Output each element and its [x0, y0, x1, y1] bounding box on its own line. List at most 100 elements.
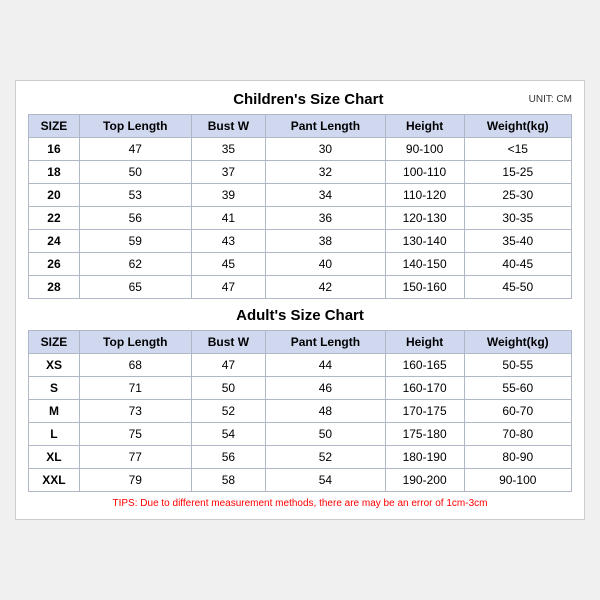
table-cell: 44: [266, 354, 386, 377]
table-cell: 50: [266, 423, 386, 446]
table-row: M735248170-17560-70: [29, 400, 572, 423]
table-cell: 53: [79, 184, 191, 207]
adults-chart-title: Adult's Size Chart: [28, 307, 572, 324]
table-cell: 48: [266, 400, 386, 423]
table-cell: 32: [266, 161, 386, 184]
table-row: S715046160-17055-60: [29, 377, 572, 400]
table-cell: 45: [191, 253, 266, 276]
table-row: 28654742150-16045-50: [29, 276, 572, 299]
size-chart-container: Children's Size Chart UNIT: CM SIZE Top …: [15, 80, 585, 520]
table-cell: XL: [29, 446, 80, 469]
table-cell: 110-120: [385, 184, 464, 207]
table-row: 24594338130-14035-40: [29, 230, 572, 253]
table-row: 18503732100-11015-25: [29, 161, 572, 184]
table-cell: 30-35: [464, 207, 571, 230]
col-bust-w-adult: Bust W: [191, 331, 266, 354]
table-cell: 40-45: [464, 253, 571, 276]
table-cell: 39: [191, 184, 266, 207]
col-weight-children: Weight(kg): [464, 115, 571, 138]
table-cell: 56: [79, 207, 191, 230]
table-row: 20533934110-12025-30: [29, 184, 572, 207]
unit-label: UNIT: CM: [529, 94, 572, 105]
table-cell: 120-130: [385, 207, 464, 230]
col-height-children: Height: [385, 115, 464, 138]
table-cell: 50: [79, 161, 191, 184]
table-cell: 34: [266, 184, 386, 207]
table-cell: 130-140: [385, 230, 464, 253]
table-cell: M: [29, 400, 80, 423]
col-bust-w-children: Bust W: [191, 115, 266, 138]
col-size-adult: SIZE: [29, 331, 80, 354]
table-cell: 68: [79, 354, 191, 377]
table-cell: L: [29, 423, 80, 446]
table-cell: 20: [29, 184, 80, 207]
table-cell: 175-180: [385, 423, 464, 446]
table-cell: 26: [29, 253, 80, 276]
table-cell: 90-100: [385, 138, 464, 161]
table-cell: 65: [79, 276, 191, 299]
table-cell: 58: [191, 469, 266, 492]
table-cell: 43: [191, 230, 266, 253]
col-size-children: SIZE: [29, 115, 80, 138]
table-cell: 30: [266, 138, 386, 161]
table-cell: 71: [79, 377, 191, 400]
table-cell: 52: [191, 400, 266, 423]
table-cell: 140-150: [385, 253, 464, 276]
table-cell: 70-80: [464, 423, 571, 446]
col-top-length-adult: Top Length: [79, 331, 191, 354]
table-cell: 35: [191, 138, 266, 161]
table-cell: 80-90: [464, 446, 571, 469]
table-row: XS684744160-16550-55: [29, 354, 572, 377]
table-cell: <15: [464, 138, 571, 161]
table-row: XL775652180-19080-90: [29, 446, 572, 469]
table-cell: 22: [29, 207, 80, 230]
table-cell: 35-40: [464, 230, 571, 253]
table-cell: 45-50: [464, 276, 571, 299]
table-cell: 16: [29, 138, 80, 161]
table-cell: 40: [266, 253, 386, 276]
table-cell: 79: [79, 469, 191, 492]
table-cell: 38: [266, 230, 386, 253]
table-cell: 73: [79, 400, 191, 423]
table-cell: 47: [79, 138, 191, 161]
col-weight-adult: Weight(kg): [464, 331, 571, 354]
table-cell: 56: [191, 446, 266, 469]
col-pant-length-children: Pant Length: [266, 115, 386, 138]
table-cell: 24: [29, 230, 80, 253]
adult-table: SIZE Top Length Bust W Pant Length Heigh…: [28, 330, 572, 492]
table-cell: 18: [29, 161, 80, 184]
col-pant-length-adult: Pant Length: [266, 331, 386, 354]
table-cell: 100-110: [385, 161, 464, 184]
table-cell: 36: [266, 207, 386, 230]
table-cell: 55-60: [464, 377, 571, 400]
table-row: XXL795854190-20090-100: [29, 469, 572, 492]
table-cell: 150-160: [385, 276, 464, 299]
table-cell: 25-30: [464, 184, 571, 207]
table-cell: 46: [266, 377, 386, 400]
adults-title-row: Adult's Size Chart: [28, 307, 572, 324]
table-row: 22564136120-13030-35: [29, 207, 572, 230]
table-cell: 50: [191, 377, 266, 400]
table-cell: 47: [191, 354, 266, 377]
table-cell: 160-165: [385, 354, 464, 377]
table-cell: 28: [29, 276, 80, 299]
table-cell: 170-175: [385, 400, 464, 423]
table-cell: 37: [191, 161, 266, 184]
table-cell: 52: [266, 446, 386, 469]
table-cell: 180-190: [385, 446, 464, 469]
table-cell: XXL: [29, 469, 80, 492]
col-top-length-children: Top Length: [79, 115, 191, 138]
table-cell: 42: [266, 276, 386, 299]
table-row: 1647353090-100<15: [29, 138, 572, 161]
table-cell: 90-100: [464, 469, 571, 492]
children-table: SIZE Top Length Bust W Pant Length Heigh…: [28, 114, 572, 299]
table-cell: 190-200: [385, 469, 464, 492]
table-cell: 77: [79, 446, 191, 469]
table-cell: 47: [191, 276, 266, 299]
table-cell: 59: [79, 230, 191, 253]
children-header-row: SIZE Top Length Bust W Pant Length Heigh…: [29, 115, 572, 138]
table-cell: 160-170: [385, 377, 464, 400]
table-cell: 54: [191, 423, 266, 446]
adult-header-row: SIZE Top Length Bust W Pant Length Heigh…: [29, 331, 572, 354]
table-row: L755450175-18070-80: [29, 423, 572, 446]
